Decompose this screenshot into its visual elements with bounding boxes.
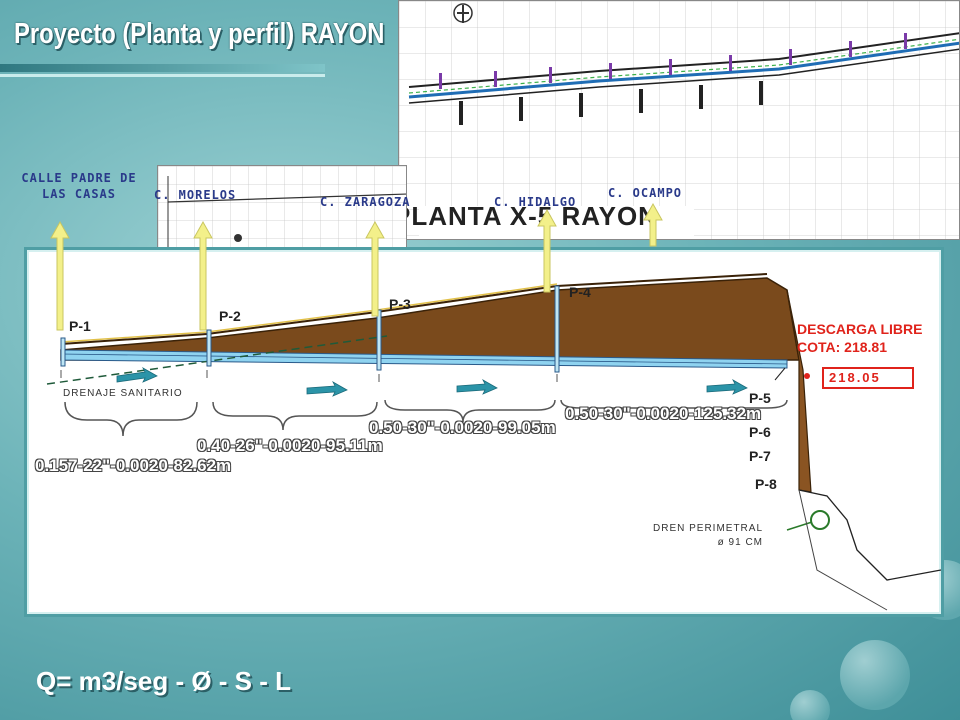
plan-drawing-top: PLANTA X-5 RAYON: [398, 0, 960, 240]
well-label-p8: P-8: [755, 476, 777, 492]
title-underline: [0, 64, 325, 72]
decor-bubble: [790, 690, 830, 720]
profile-drawing: P-1 P-2 P-3 P-4 P-5 P-6 P-7 P-8 0.157-22…: [24, 247, 944, 617]
discharge-label-line: DESCARGA LIBRE: [797, 321, 923, 337]
street-label-morelos: C. MORELOS: [154, 188, 237, 202]
well-label-p3: P-3: [389, 296, 411, 312]
well-label-p6: P-6: [749, 424, 771, 440]
well-label-p1: P-1: [69, 318, 91, 334]
perimeter-drain-line: ø 91 CM: [717, 537, 764, 548]
discharge-label-line: COTA: 218.81: [797, 339, 887, 355]
street-label-padre-casas: CALLE PADRE DE LAS CASAS: [6, 170, 152, 202]
plan-drawing-mid: [157, 165, 407, 255]
plan-grid-mid: [158, 166, 406, 254]
street-label-ocampo: C. OCAMPO: [608, 186, 683, 200]
perimeter-drain-line: DREN PERIMETRAL: [653, 523, 764, 534]
elevation-label: 218.05: [829, 370, 881, 385]
segment-label-3: 0.50-30"-0.0020-99.05m: [369, 418, 556, 437]
street-label-zaragoza: C. ZARAGOZA: [320, 195, 411, 209]
well-label-p2: P-2: [219, 308, 241, 324]
sanitary-drain-label: DRENAJE SANITARIO: [63, 388, 183, 399]
slide-title: Proyecto (Planta y perfil) RAYON: [14, 18, 385, 50]
street-label-hidalgo: C. HIDALGO: [494, 195, 577, 209]
decor-bubble: [840, 640, 910, 710]
segment-label-4: 0.50-30"-0.0020-125.32m: [565, 404, 762, 423]
discharge-label: DESCARGA LIBRE COTA: 218.81: [797, 320, 923, 356]
formula-caption: Q= m3/seg - Ø - S - L: [36, 666, 291, 696]
street-label-line: CALLE PADRE DE: [21, 171, 137, 185]
segment-label-2: 0.40-26"-0.0020-95.11m: [197, 436, 383, 455]
well-label-p4: P-4: [569, 284, 591, 300]
title-underline-light: [0, 74, 325, 77]
segment-label-1: 0.157-22"-0.0020-82.62m: [35, 456, 232, 475]
street-label-line: LAS CASAS: [41, 187, 117, 201]
well-label-p7: P-7: [749, 448, 771, 464]
perimeter-drain-label: DREN PERIMETRAL ø 91 CM: [653, 522, 763, 550]
